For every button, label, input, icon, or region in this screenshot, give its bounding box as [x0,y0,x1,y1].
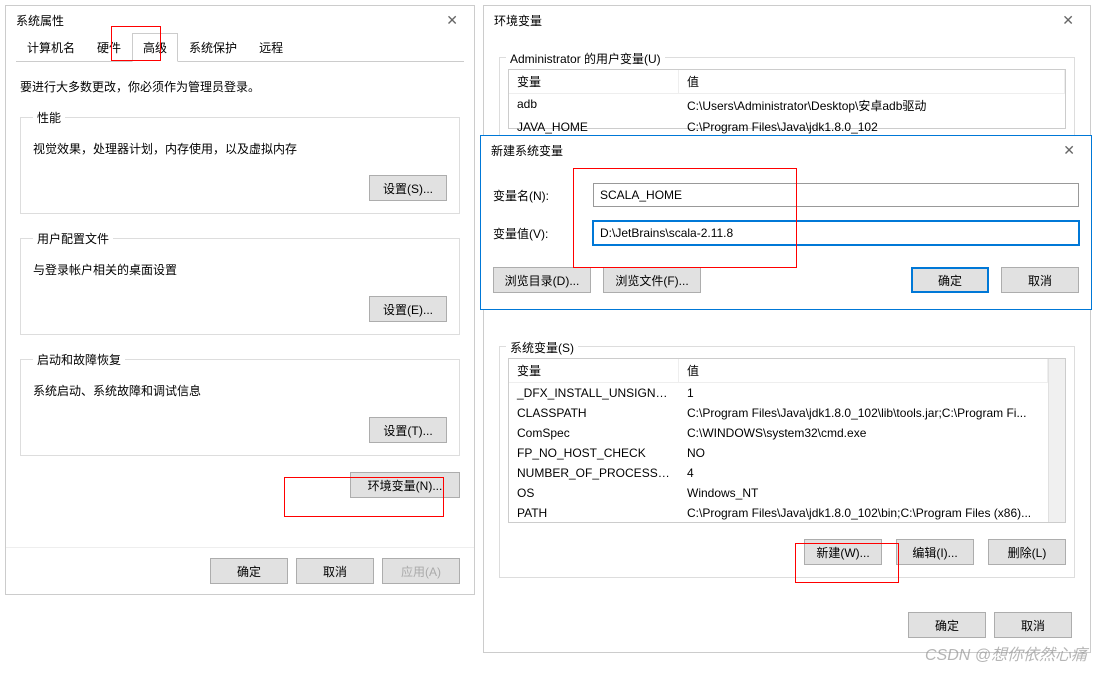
tab-computer-name[interactable]: 计算机名 [16,33,86,61]
scrollbar[interactable] [1048,359,1065,522]
browse-file-button[interactable]: 浏览文件(F)... [603,267,701,293]
new-var-title-bar: 新建系统变量 ✕ [481,136,1091,163]
user-profile-fieldset: 用户配置文件 与登录帐户相关的桌面设置 设置(E)... [20,230,460,335]
user-profile-legend: 用户配置文件 [33,230,113,247]
sys-props-buttons: 确定 取消 应用(A) [6,547,474,594]
close-icon[interactable]: ✕ [1057,142,1081,159]
new-var-ok-button[interactable]: 确定 [911,267,989,293]
performance-settings-button[interactable]: 设置(S)... [369,175,447,201]
new-var-cancel-button[interactable]: 取消 [1001,267,1079,293]
user-vars-group: Administrator 的用户变量(U) 变量 值 adbC:\Users\… [499,57,1075,136]
user-vars-body: adbC:\Users\Administrator\Desktop\安卓adb驱… [509,94,1065,137]
user-profile-settings-button[interactable]: 设置(E)... [369,296,447,322]
var-name-label: 变量名(N): [493,187,593,204]
sys-props-title: 系统属性 [16,12,64,29]
sys-vars-header: 变量 值 [509,359,1048,383]
tab-remote[interactable]: 远程 [248,33,294,61]
sys-vars-body: _DFX_INSTALL_UNSIGNED...1 CLASSPATHC:\Pr… [509,383,1048,522]
user-vars-label: Administrator 的用户变量(U) [506,50,665,67]
sys-vars-label: 系统变量(S) [506,339,578,356]
sys-vars-group: 系统变量(S) 变量 值 _DFX_INSTALL_UNSIGNED...1 C… [499,346,1075,578]
var-value-input[interactable] [593,221,1079,245]
sys-props-cancel-button[interactable]: 取消 [296,558,374,584]
env-title-bar: 环境变量 ✕ [484,6,1090,33]
tab-hardware[interactable]: 硬件 [86,33,132,61]
header-variable: 变量 [509,70,679,93]
environment-variables-button[interactable]: 环境变量(N)... [350,472,460,498]
env-ok-button[interactable]: 确定 [908,612,986,638]
header-variable: 变量 [509,359,679,382]
user-profile-desc: 与登录帐户相关的桌面设置 [33,261,447,278]
var-name-input[interactable] [593,183,1079,207]
browse-directory-button[interactable]: 浏览目录(D)... [493,267,591,293]
startup-recovery-settings-button[interactable]: 设置(T)... [369,417,447,443]
environment-variables-dialog: 环境变量 ✕ Administrator 的用户变量(U) 变量 值 adbC:… [483,5,1091,653]
header-value: 值 [679,359,1048,382]
sys-props-tabs: 计算机名 硬件 高级 系统保护 远程 [16,33,464,62]
startup-recovery-fieldset: 启动和故障恢复 系统启动、系统故障和调试信息 设置(T)... [20,351,460,456]
var-value-label: 变量值(V): [493,225,593,242]
user-vars-header: 变量 值 [509,70,1065,94]
table-row[interactable]: FP_NO_HOST_CHECKNO [509,443,1048,463]
table-row[interactable]: adbC:\Users\Administrator\Desktop\安卓adb驱… [509,94,1065,117]
close-icon[interactable]: ✕ [440,12,464,29]
table-row[interactable]: CLASSPATHC:\Program Files\Java\jdk1.8.0_… [509,403,1048,423]
table-row[interactable]: ComSpecC:\WINDOWS\system32\cmd.exe [509,423,1048,443]
new-system-variable-dialog: 新建系统变量 ✕ 变量名(N): 变量值(V): 浏览目录(D)... 浏览文件… [480,135,1092,310]
env-title: 环境变量 [494,12,542,29]
sys-props-apply-button: 应用(A) [382,558,460,584]
table-row[interactable]: NUMBER_OF_PROCESSORS4 [509,463,1048,483]
watermark: CSDN @想你依然心痛 [925,641,1087,665]
table-row[interactable]: PATHC:\Program Files\Java\jdk1.8.0_102\b… [509,503,1048,522]
new-var-buttons: 浏览目录(D)... 浏览文件(F)... 确定 取消 [481,259,1091,305]
new-var-title: 新建系统变量 [491,142,563,159]
sys-delete-button[interactable]: 删除(L) [988,539,1066,565]
sys-props-ok-button[interactable]: 确定 [210,558,288,584]
close-icon[interactable]: ✕ [1056,12,1080,29]
system-properties-dialog: 系统属性 ✕ 计算机名 硬件 高级 系统保护 远程 要进行大多数更改，你必须作为… [5,5,475,595]
table-row[interactable]: OSWindows_NT [509,483,1048,503]
sys-edit-button[interactable]: 编辑(I)... [896,539,974,565]
header-value: 值 [679,70,1065,93]
performance-desc: 视觉效果，处理器计划，内存使用，以及虚拟内存 [33,140,447,157]
var-value-row: 变量值(V): [493,221,1079,245]
startup-recovery-desc: 系统启动、系统故障和调试信息 [33,382,447,399]
user-vars-table[interactable]: 变量 值 adbC:\Users\Administrator\Desktop\安… [508,69,1066,129]
sys-props-title-bar: 系统属性 ✕ [6,6,474,33]
table-row[interactable]: _DFX_INSTALL_UNSIGNED...1 [509,383,1048,403]
table-row[interactable]: JAVA_HOMEC:\Program Files\Java\jdk1.8.0_… [509,117,1065,137]
tab-advanced[interactable]: 高级 [132,33,178,62]
startup-recovery-legend: 启动和故障恢复 [33,351,125,368]
tab-system-protection[interactable]: 系统保护 [178,33,248,61]
sys-new-button[interactable]: 新建(W)... [804,539,882,565]
performance-legend: 性能 [33,109,65,126]
sys-props-content: 要进行大多数更改，你必须作为管理员登录。 性能 视觉效果，处理器计划，内存使用，… [6,62,474,510]
sys-vars-table[interactable]: 变量 值 _DFX_INSTALL_UNSIGNED...1 CLASSPATH… [508,358,1066,523]
performance-fieldset: 性能 视觉效果，处理器计划，内存使用，以及虚拟内存 设置(S)... [20,109,460,214]
admin-instruction: 要进行大多数更改，你必须作为管理员登录。 [20,78,460,95]
env-cancel-button[interactable]: 取消 [994,612,1072,638]
var-name-row: 变量名(N): [493,183,1079,207]
